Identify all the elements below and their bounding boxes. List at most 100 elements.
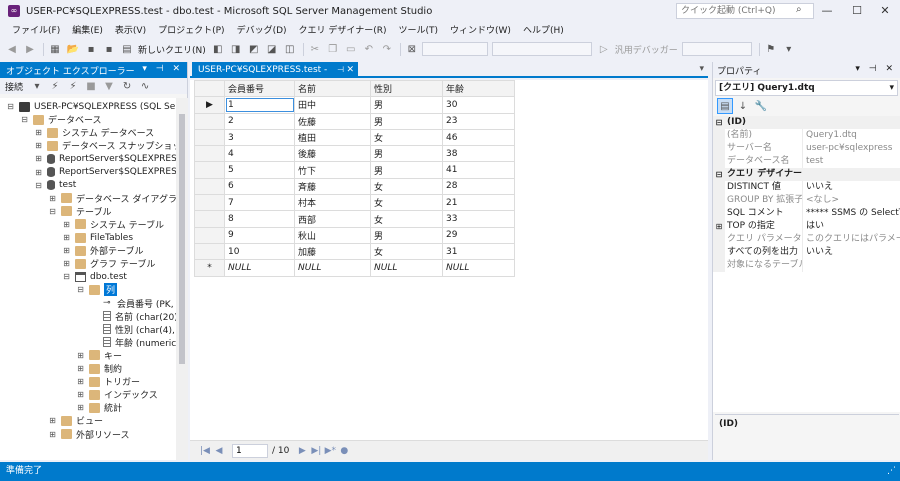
tree-node[interactable]: ⊞ グラフ テーブル	[62, 257, 155, 270]
panel-pin-icon[interactable]: ▾ ⊣ ✕	[855, 64, 896, 74]
table-cell[interactable]: 女	[370, 194, 443, 212]
table-row[interactable]: 9 秋山男 29	[194, 226, 515, 244]
table-cell[interactable]: 後藤	[294, 145, 371, 163]
expand-icon[interactable]: ⊞	[34, 168, 43, 177]
connect-icon[interactable]: ⚡	[47, 78, 63, 94]
expand-icon[interactable]: ⊞	[48, 416, 57, 425]
row-header[interactable]	[194, 145, 225, 163]
table-cell[interactable]: 女	[370, 242, 443, 261]
table-cell[interactable]: 30	[442, 96, 515, 114]
column-header[interactable]: 性別	[370, 80, 443, 98]
stop-icon[interactable]: ●	[337, 446, 351, 456]
table-row[interactable]: 10 加藤女 31	[194, 242, 515, 261]
menu-help[interactable]: ヘルプ(H)	[517, 22, 570, 40]
property-value[interactable]: <なし>	[803, 194, 900, 207]
filter-icon[interactable]: ▼	[101, 78, 117, 94]
table-row[interactable]: 2 佐藤男 23	[194, 112, 515, 130]
column-header[interactable]: 会員番号	[224, 80, 295, 98]
table-row[interactable]: 5 竹下男 41	[194, 161, 515, 179]
tree-node[interactable]: ⊞ ReportServer$SQLEXPRESS	[34, 152, 176, 165]
search-icon[interactable]: ⌕	[796, 4, 802, 15]
table-cell[interactable]: 8	[224, 210, 295, 228]
disconnect-icon[interactable]: ⚡	[65, 78, 81, 94]
table-cell[interactable]: 女	[370, 128, 443, 147]
back-icon[interactable]: ◀	[4, 41, 20, 57]
quick-launch-input[interactable]	[676, 3, 814, 19]
table-cell[interactable]: 竹下	[294, 161, 371, 179]
row-header[interactable]	[194, 112, 225, 130]
property-row[interactable]: クエリ パラメーター リスこのクエリにはパラメーターが	[713, 233, 900, 246]
table-cell[interactable]: 2	[224, 112, 295, 130]
expand-icon[interactable]: ⊞	[76, 377, 85, 386]
dmx-query-icon[interactable]: ◪	[264, 41, 280, 57]
property-value[interactable]: いいえ	[803, 181, 900, 194]
tree-node[interactable]: ⊞ トリガー	[76, 375, 140, 388]
minimize-button[interactable]: —	[812, 0, 842, 22]
null-cell[interactable]: NULL	[442, 259, 515, 277]
toolbar-options-icon[interactable]: ▾	[781, 41, 797, 57]
property-row[interactable]: データベース名 test	[713, 155, 900, 168]
table-cell[interactable]: 男	[370, 226, 443, 244]
tree-node[interactable]: ⊟ 列	[76, 283, 118, 297]
open-file-icon[interactable]: 📂	[65, 41, 81, 57]
property-value[interactable]: Query1.dtq	[803, 129, 900, 142]
maximize-button[interactable]: ☐	[842, 0, 872, 22]
tree-node[interactable]: ⊞ システム データベース	[34, 126, 154, 139]
tree-node[interactable]: 年齢 (numeric	[90, 336, 176, 349]
grid-corner[interactable]	[194, 80, 225, 98]
tree-node[interactable]: ⊸ 会員番号 (PK,	[90, 297, 174, 310]
scrollbar-thumb[interactable]	[179, 114, 185, 364]
table-cell[interactable]: 男	[370, 161, 443, 179]
menu-file[interactable]: ファイル(F)	[6, 22, 66, 40]
table-cell[interactable]: 9	[224, 226, 295, 244]
table-cell[interactable]: 31	[442, 242, 515, 261]
tree-node[interactable]: 性別 (char(4),	[90, 323, 175, 336]
expand-icon[interactable]: ⊞	[34, 141, 43, 150]
table-row[interactable]: 6 斉藤女 28	[194, 177, 515, 196]
property-category[interactable]: ⊟ クエリ デザイナー	[713, 168, 900, 181]
tab-dbo-test[interactable]: USER-PC¥SQLEXPRESS.test - dbo.test ⊣ ✕	[192, 62, 358, 91]
expand-icon[interactable]: ⊞	[76, 390, 85, 399]
property-value[interactable]: このクエリにはパラメーターが	[803, 233, 900, 246]
menu-tools[interactable]: ツール(T)	[392, 22, 444, 40]
table-cell[interactable]: 29	[442, 226, 515, 244]
expand-icon[interactable]: ⊞	[62, 259, 71, 268]
collapse-icon[interactable]: ⊟	[20, 115, 29, 124]
tab-overflow-icon[interactable]: ▾	[699, 64, 704, 74]
toolbar-extra-icon[interactable]: ⚑	[763, 41, 779, 57]
property-row[interactable]: (名前) Query1.dtq	[713, 129, 900, 142]
table-row[interactable]: 7 村本女 21	[194, 194, 515, 212]
expand-icon[interactable]: ⊞	[62, 233, 71, 242]
expand-icon[interactable]: ⊞	[62, 220, 71, 229]
save-icon[interactable]: ▪	[83, 41, 99, 57]
table-cell[interactable]: 7	[224, 194, 295, 212]
tree-node[interactable]: 名前 (char(20)	[90, 310, 176, 323]
table-cell[interactable]: 1	[224, 96, 295, 114]
previous-record-icon[interactable]: ◀	[212, 446, 226, 456]
expand-icon[interactable]: ⊞	[34, 128, 43, 137]
property-row[interactable]: サーバー名 user-pc¥sqlexpress	[713, 142, 900, 155]
table-cell[interactable]: 33	[442, 210, 515, 228]
tree-node[interactable]: ⊞ ReportServer$SQLEXPRESSTe	[34, 166, 176, 179]
table-cell[interactable]: 6	[224, 177, 295, 196]
new-row[interactable]: * NULL NULL NULL NULL	[194, 259, 515, 277]
table-row[interactable]: 4 後藤男 38	[194, 145, 515, 163]
null-cell[interactable]: NULL	[294, 259, 371, 277]
object-explorer-scrollbar[interactable]	[176, 98, 188, 460]
table-cell[interactable]: 男	[370, 145, 443, 163]
collapse-icon[interactable]: ⊟	[48, 207, 57, 216]
collapse-icon[interactable]: ⊟	[34, 181, 43, 190]
tree-node[interactable]: ⊟ dbo.test	[62, 270, 127, 283]
property-pages-icon[interactable]: 🔧	[753, 98, 769, 114]
new-query-button[interactable]: 新しいクエリ(N)	[138, 43, 206, 56]
table-cell[interactable]: 田中	[294, 96, 371, 114]
row-header[interactable]: ▶	[194, 96, 225, 114]
undo-icon[interactable]: ↶	[361, 41, 377, 57]
resize-grip-icon[interactable]: ⋰	[887, 462, 896, 481]
table-cell[interactable]: 女	[370, 210, 443, 228]
next-record-icon[interactable]: ▶	[295, 446, 309, 456]
tree-node[interactable]: ⊞ 外部テーブル	[62, 244, 143, 257]
property-row[interactable]: 対象になるテーブル	[713, 259, 900, 272]
new-row-marker[interactable]: *	[194, 259, 225, 277]
collapse-icon[interactable]: ⊟	[713, 168, 725, 181]
